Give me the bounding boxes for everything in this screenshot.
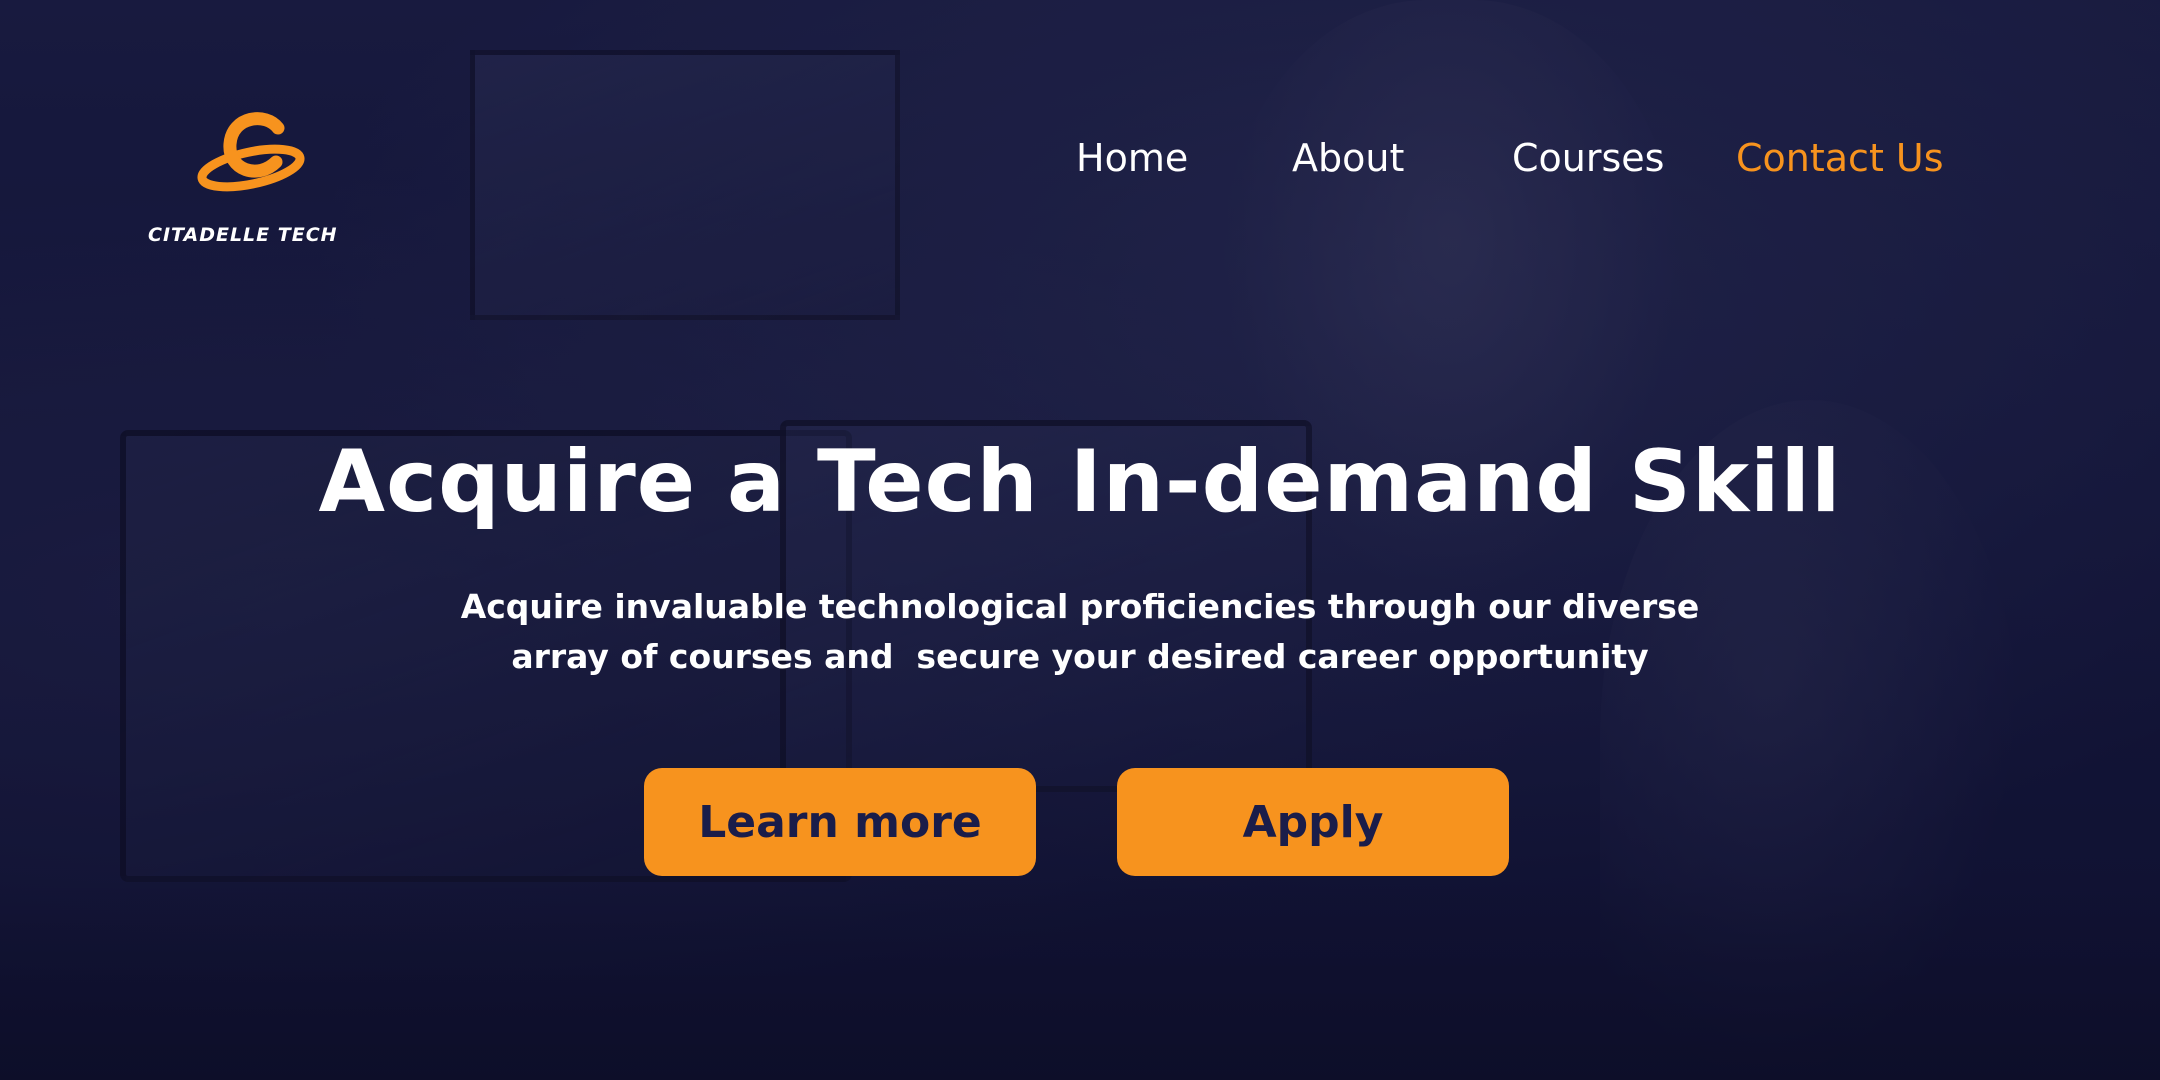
nav-about[interactable]: About — [1292, 136, 1404, 180]
apply-button[interactable]: Apply — [1117, 768, 1509, 876]
learn-more-button[interactable]: Learn more — [644, 768, 1036, 876]
main-navigation: Home About Courses Contact Us — [0, 136, 2160, 196]
hero-section: CITADELLE TECH Home About Courses Contac… — [0, 0, 2160, 1080]
nav-courses[interactable]: Courses — [1512, 136, 1664, 180]
hero-subtext: Acquire invaluable technological profici… — [380, 582, 1780, 682]
hero-headline: Acquire a Tech In-demand Skill — [318, 432, 1842, 532]
nav-contact-us[interactable]: Contact Us — [1736, 136, 1944, 180]
hero-subtext-line: Acquire invaluable technological profici… — [460, 587, 1700, 626]
nav-home[interactable]: Home — [1076, 136, 1188, 180]
hero-subtext-line: array of courses and secure your desired… — [511, 637, 1649, 676]
brand-name: CITADELLE TECH — [148, 224, 338, 246]
